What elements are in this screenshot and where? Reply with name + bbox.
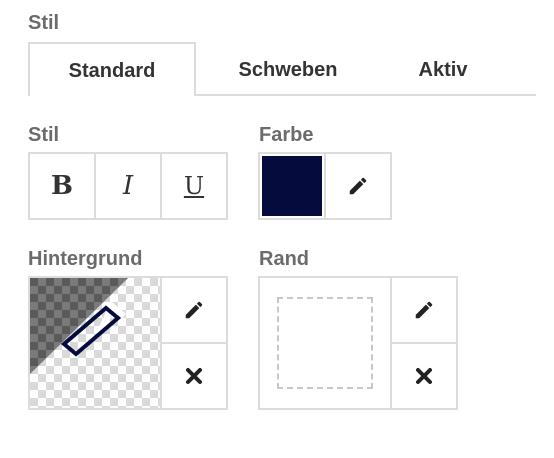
border-preview[interactable] xyxy=(260,278,392,408)
border-clear-button[interactable] xyxy=(392,344,456,408)
style-button-group: B I U xyxy=(28,152,228,220)
tab-schweben[interactable]: Schweben xyxy=(198,42,378,96)
border-picker-group xyxy=(258,276,458,410)
style-label: Stil xyxy=(28,124,60,146)
state-tabs: Standard Schweben Aktiv xyxy=(28,42,538,96)
dashed-border-preview xyxy=(277,297,373,389)
close-icon xyxy=(186,368,202,384)
tab-standard[interactable]: Standard xyxy=(28,42,196,96)
underline-button[interactable]: U xyxy=(162,154,226,218)
border-label: Rand xyxy=(259,248,309,270)
tab-label: Standard xyxy=(68,60,156,82)
transparency-preview-icon xyxy=(30,278,128,374)
pencil-icon xyxy=(185,301,203,319)
tab-label: Aktiv xyxy=(418,59,468,81)
background-clear-button[interactable] xyxy=(162,344,226,408)
color-swatch-fill xyxy=(262,156,322,216)
color-picker-group xyxy=(258,152,392,220)
tab-label: Schweben xyxy=(238,59,338,81)
italic-button[interactable]: I xyxy=(96,154,162,218)
border-edit-button[interactable] xyxy=(392,278,456,344)
background-picker-group xyxy=(28,276,228,410)
underline-icon: U xyxy=(183,172,205,200)
tab-aktiv[interactable]: Aktiv xyxy=(378,42,508,96)
bold-button[interactable]: B xyxy=(30,154,96,218)
color-label: Farbe xyxy=(259,124,314,146)
section-title: Stil xyxy=(28,12,60,34)
background-edit-button[interactable] xyxy=(162,278,226,344)
pencil-icon xyxy=(349,177,367,195)
color-edit-button[interactable] xyxy=(326,154,390,218)
close-icon xyxy=(416,368,432,384)
bold-icon: B xyxy=(51,171,73,201)
background-label: Hintergrund xyxy=(28,248,143,270)
background-preview[interactable] xyxy=(30,278,162,408)
pencil-icon xyxy=(415,301,433,319)
color-swatch[interactable] xyxy=(260,154,326,218)
italic-icon: I xyxy=(122,171,134,201)
